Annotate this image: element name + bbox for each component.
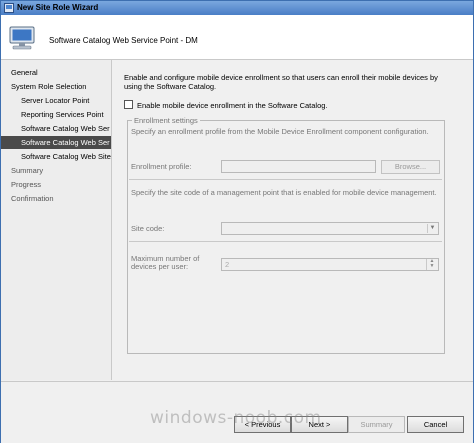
max-devices-spinbox[interactable]: 2 ▲ ▼: [221, 258, 439, 271]
nav-item-general[interactable]: General: [1, 66, 111, 79]
enable-enrollment-label[interactable]: Enable mobile device enrollment in the S…: [137, 101, 328, 110]
nav-item-summary[interactable]: Summary: [1, 164, 111, 177]
nav-item-server-locator-point[interactable]: Server Locator Point: [1, 94, 111, 107]
profile-instructions: Specify an enrollment profile from the M…: [131, 127, 429, 136]
max-devices-value: 2: [225, 260, 230, 269]
title-bar: New Site Role Wizard: [1, 1, 473, 15]
group-divider-2: [129, 241, 442, 242]
watermark: windows-noob.com: [150, 408, 322, 428]
enrollment-profile-field[interactable]: [221, 160, 376, 173]
wizard-content: Enable and configure mobile device enrol…: [112, 60, 473, 380]
site-code-instructions: Specify the site code of a management po…: [131, 188, 437, 197]
page-title: Software Catalog Web Service Point - DM: [49, 36, 198, 45]
wizard-header: Software Catalog Web Service Point - DM: [1, 15, 473, 60]
enrollment-settings-group: Enrollment settings Specify an enrollmen…: [127, 116, 445, 354]
site-code-label: Site code:: [131, 224, 165, 233]
window-title: New Site Role Wizard: [17, 3, 99, 12]
enable-enrollment-checkbox[interactable]: [124, 100, 133, 109]
chevron-down-icon[interactable]: ▼: [427, 224, 437, 233]
browse-button[interactable]: Browse...: [381, 160, 440, 174]
nav-item-progress[interactable]: Progress: [1, 178, 111, 191]
wizard-navigation: General System Role Selection Server Loc…: [1, 60, 112, 380]
nav-item-system-role-selection[interactable]: System Role Selection: [1, 80, 111, 93]
enable-enrollment-row[interactable]: Enable mobile device enrollment in the S…: [124, 100, 328, 110]
site-code-dropdown[interactable]: ▼: [221, 222, 439, 235]
nav-item-software-catalog-web-site[interactable]: Software Catalog Web Site: [1, 150, 111, 163]
enrollment-profile-label: Enrollment profile:: [131, 162, 192, 171]
max-devices-label-line2: devices per user:: [131, 262, 189, 271]
wizard-icon: [4, 3, 14, 13]
enrollment-settings-legend: Enrollment settings: [132, 116, 200, 125]
computer-icon: [9, 26, 35, 50]
group-divider: [129, 179, 442, 180]
summary-button[interactable]: Summary: [348, 416, 405, 433]
spinner-arrows-icon[interactable]: ▲ ▼: [426, 259, 437, 270]
page-description: Enable and configure mobile device enrol…: [124, 73, 438, 91]
nav-item-software-catalog-web-service-point[interactable]: Software Catalog Web Ser: [1, 122, 111, 135]
nav-item-reporting-services-point[interactable]: Reporting Services Point: [1, 108, 111, 121]
cancel-button[interactable]: Cancel: [407, 416, 464, 433]
nav-item-confirmation[interactable]: Confirmation: [1, 192, 111, 205]
nav-item-software-catalog-web-service-mobile[interactable]: Software Catalog Web Ser: [1, 136, 111, 149]
wizard-window: New Site Role Wizard Software Catalog We…: [0, 0, 474, 443]
